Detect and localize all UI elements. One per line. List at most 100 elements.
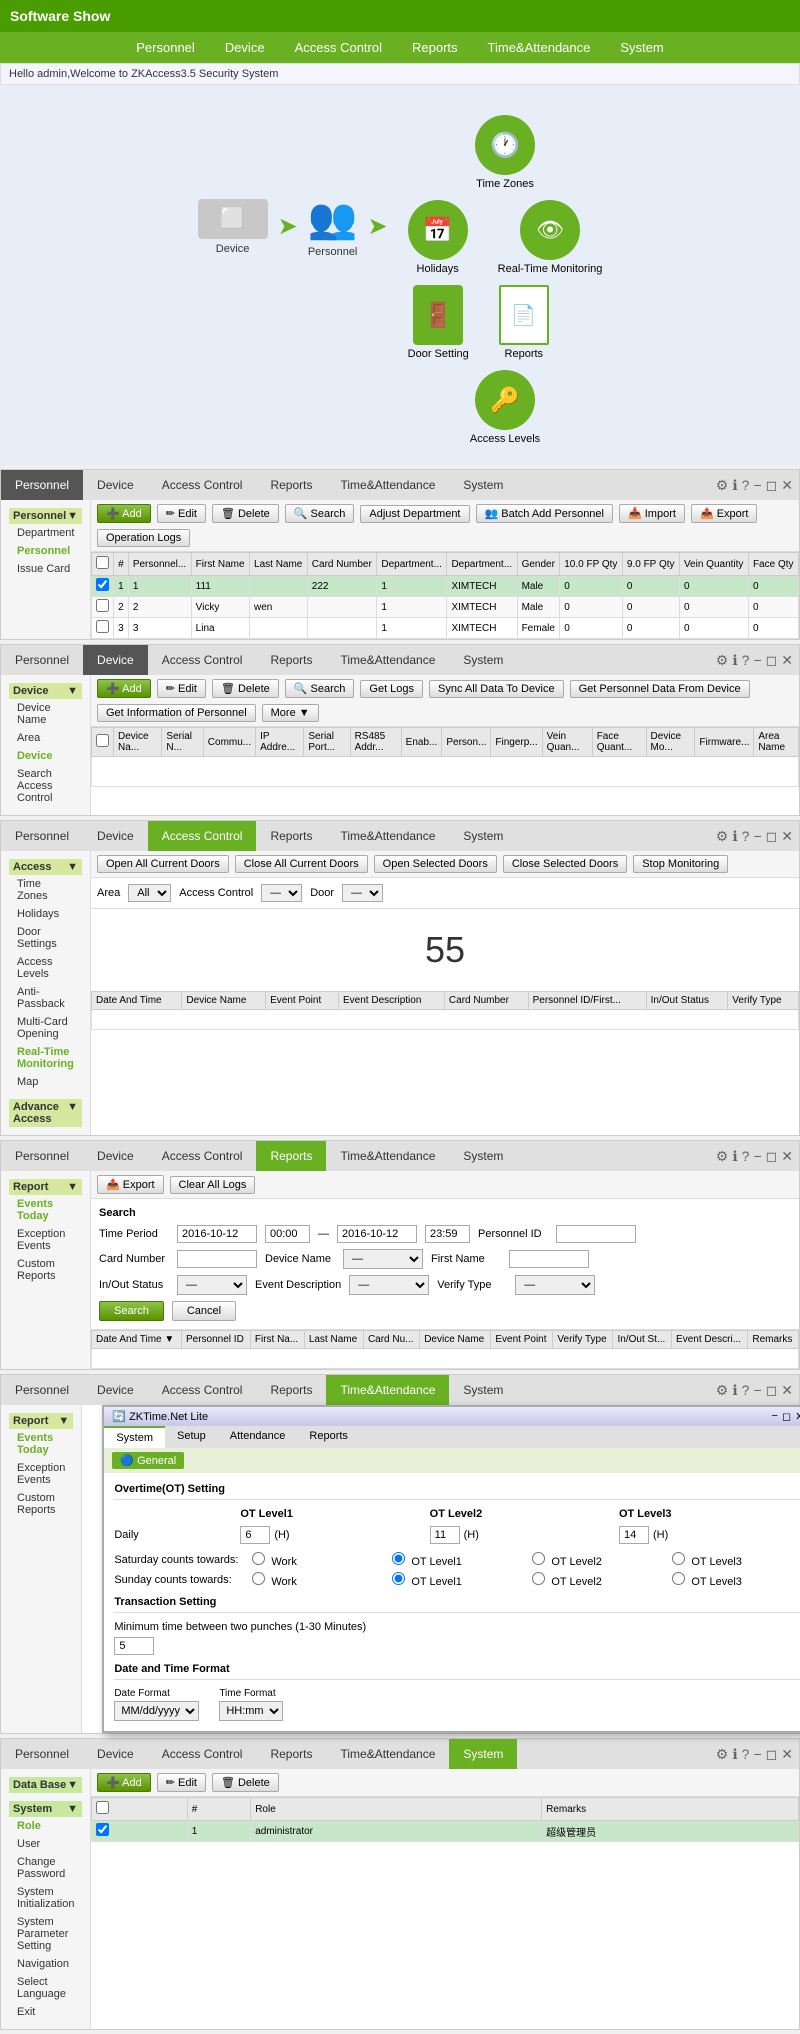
sidebar-item-issue-card[interactable]: Issue Card	[9, 560, 82, 578]
table-row[interactable]: 1 administrator 超级管理员	[92, 1821, 799, 1842]
close-icon[interactable]: ✕	[781, 477, 793, 494]
sidebar-select-lang[interactable]: Select Language	[9, 1973, 82, 2003]
sat-ot2-radio[interactable]	[532, 1552, 545, 1565]
info-icon-ta[interactable]: ℹ	[732, 1382, 737, 1399]
edit-button[interactable]: ✏ Edit	[157, 504, 206, 523]
sat-work-radio[interactable]	[252, 1552, 265, 1565]
info-icon[interactable]: ℹ	[732, 477, 737, 494]
inout-select[interactable]: —	[177, 1275, 247, 1295]
table-row[interactable]: 1 1 111 222 1 XIMTECH Male 0 0 0 0	[92, 576, 799, 597]
minus-icon-d[interactable]: −	[753, 652, 761, 669]
sidebar-map[interactable]: Map	[9, 1073, 82, 1091]
add-button[interactable]: ➕ Add	[97, 504, 151, 523]
nav-device-intro[interactable]: Device	[225, 40, 265, 55]
sat-ot3-radio[interactable]	[672, 1552, 685, 1565]
device-select-all[interactable]	[96, 734, 109, 747]
date-to-input[interactable]	[337, 1225, 417, 1243]
row-checkbox[interactable]	[96, 599, 109, 612]
sidebar-door-settings[interactable]: Door Settings	[9, 923, 82, 953]
delete-btn-d[interactable]: 🗑 Delete	[212, 679, 279, 698]
restore-icon-sys[interactable]: ◻	[766, 1746, 778, 1763]
question-icon[interactable]: ?	[742, 477, 750, 494]
sidebar-custom-ta[interactable]: Custom Reports	[9, 1489, 73, 1519]
popup-nav-reports[interactable]: Reports	[297, 1426, 360, 1448]
sys-db-title[interactable]: Data Base ▼	[9, 1777, 82, 1793]
info-icon-d[interactable]: ℹ	[732, 652, 737, 669]
row-checkbox[interactable]	[96, 620, 109, 633]
nav-personnel-d[interactable]: Personnel	[1, 645, 83, 675]
nav-time-attendance[interactable]: Time&Attendance	[326, 470, 449, 500]
batch-add-button[interactable]: 👥 Batch Add Personnel	[476, 504, 614, 523]
advance-section-title[interactable]: Advance Access ▼	[9, 1099, 82, 1127]
adjust-dept-button[interactable]: Adjust Department	[360, 505, 469, 523]
question-icon-d[interactable]: ?	[742, 652, 750, 669]
sidebar-change-pwd[interactable]: Change Password	[9, 1853, 82, 1883]
date-format-select[interactable]: MM/dd/yyyy	[114, 1701, 199, 1721]
gear-icon[interactable]: ⚙	[716, 477, 729, 494]
minus-icon-ta[interactable]: −	[753, 1382, 761, 1399]
search-button[interactable]: 🔍 Search	[285, 504, 355, 523]
nav-device[interactable]: Device	[83, 470, 148, 500]
sun-ot1-radio[interactable]	[392, 1572, 405, 1585]
popup-minimize[interactable]: −	[772, 1410, 778, 1423]
row-checkbox[interactable]	[96, 578, 109, 591]
icon-access-levels[interactable]: 🔑 Access Levels	[408, 370, 603, 445]
card-num-input[interactable]	[177, 1250, 257, 1268]
sun-work-radio[interactable]	[252, 1572, 265, 1585]
nav-time-ta[interactable]: Time&Attendance	[326, 1375, 449, 1405]
nav-time-sys[interactable]: Time&Attendance	[326, 1739, 449, 1769]
question-icon-ac[interactable]: ?	[742, 828, 750, 845]
search-btn-d[interactable]: 🔍 Search	[285, 679, 355, 698]
restore-icon-ta[interactable]: ◻	[766, 1382, 778, 1399]
nav-personnel-sys[interactable]: Personnel	[1, 1739, 83, 1769]
ac-select[interactable]: —	[261, 884, 302, 902]
table-row[interactable]: 3 3 Lina 1 XIMTECH Female 0 0 0 0	[92, 618, 799, 639]
close-icon-sys[interactable]: ✕	[781, 1746, 793, 1763]
nav-system-ta[interactable]: System	[449, 1375, 517, 1405]
info-icon-sys[interactable]: ℹ	[732, 1746, 737, 1763]
sys-sys-title[interactable]: System ▼	[9, 1801, 82, 1817]
sun-ot3-radio[interactable]	[672, 1572, 685, 1585]
date-from-input[interactable]	[177, 1225, 257, 1243]
nav-device-sys[interactable]: Device	[83, 1739, 148, 1769]
sidebar-sys-init[interactable]: System Initialization	[9, 1883, 82, 1913]
minus-icon-r[interactable]: −	[753, 1148, 761, 1165]
gear-icon-ta[interactable]: ⚙	[716, 1382, 729, 1399]
close-icon-ta[interactable]: ✕	[781, 1382, 793, 1399]
nav-device-r[interactable]: Device	[83, 1141, 148, 1171]
popup-nav-setup[interactable]: Setup	[165, 1426, 218, 1448]
nav-time-intro[interactable]: Time&Attendance	[488, 40, 591, 55]
close-icon-r[interactable]: ✕	[781, 1148, 793, 1165]
add-btn-sys[interactable]: ➕ Add	[97, 1773, 151, 1792]
edit-btn-d[interactable]: ✏ Edit	[157, 679, 206, 698]
sidebar-timezones[interactable]: Time Zones	[9, 875, 82, 905]
nav-reports-r[interactable]: Reports	[256, 1141, 326, 1171]
sun-ot2-radio[interactable]	[532, 1572, 545, 1585]
nav-reports-sys[interactable]: Reports	[256, 1739, 326, 1769]
table-row[interactable]: 2 2 Vicky wen 1 XIMTECH Male 0 0 0 0	[92, 597, 799, 618]
pid-input[interactable]	[556, 1225, 636, 1243]
export-btn-r[interactable]: 📤 Export	[97, 1175, 164, 1194]
search-submit-btn[interactable]: Search	[99, 1301, 164, 1321]
icon-timezones[interactable]: 🕐 Time Zones	[408, 115, 603, 190]
nav-device-d[interactable]: Device	[83, 645, 148, 675]
restore-icon-r[interactable]: ◻	[766, 1148, 778, 1165]
gear-icon-d[interactable]: ⚙	[716, 652, 729, 669]
nav-system-r[interactable]: System	[449, 1141, 517, 1171]
edit-btn-sys[interactable]: ✏ Edit	[157, 1773, 206, 1792]
nav-reports[interactable]: Reports	[256, 470, 326, 500]
nav-system-sys[interactable]: System	[449, 1739, 517, 1769]
sidebar-events-today-ta[interactable]: Events Today	[9, 1429, 73, 1459]
nav-personnel-ta[interactable]: Personnel	[1, 1375, 83, 1405]
import-button[interactable]: 📥 Import	[619, 504, 685, 523]
min-punch-input[interactable]	[114, 1637, 154, 1655]
restore-icon-d[interactable]: ◻	[766, 652, 778, 669]
get-personnel-btn[interactable]: Get Personnel Data From Device	[570, 680, 750, 698]
ac-section-title[interactable]: Access ▼	[9, 859, 82, 875]
nav-personnel[interactable]: Personnel	[1, 470, 83, 500]
icon-door[interactable]: 🚪 Door Setting	[408, 285, 469, 360]
sync-all-btn[interactable]: Sync All Data To Device	[429, 680, 564, 698]
gear-icon-r[interactable]: ⚙	[716, 1148, 729, 1165]
close-selected-btn[interactable]: Close Selected Doors	[503, 855, 627, 873]
popup-close[interactable]: ✕	[795, 1410, 800, 1423]
